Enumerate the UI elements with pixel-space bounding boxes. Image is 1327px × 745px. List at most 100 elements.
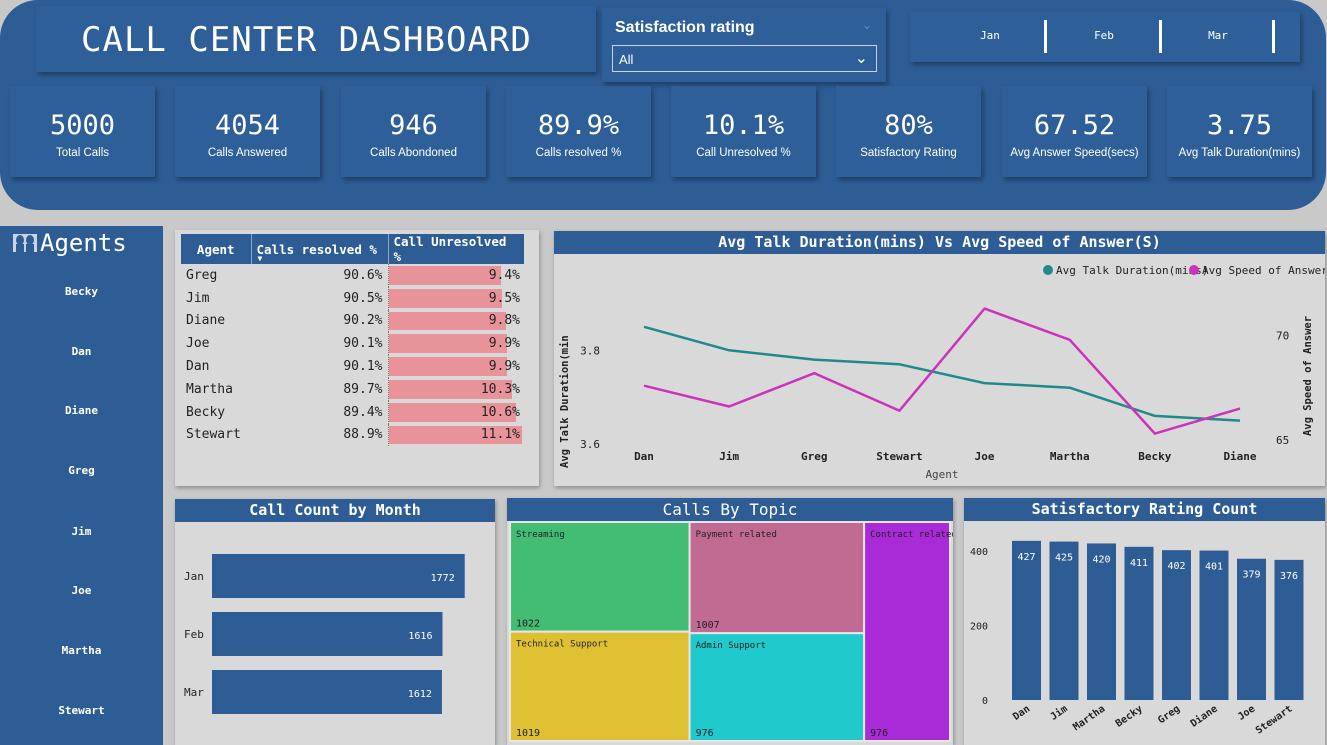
bar-jim[interactable]	[1049, 541, 1079, 700]
kpi-label: Avg Talk Duration(mins)	[1178, 147, 1301, 159]
table-row[interactable]: Jim 90.5% 9.5%	[181, 286, 524, 310]
bar-martha[interactable]	[1087, 543, 1116, 700]
month-button-feb[interactable]: Feb	[1054, 29, 1154, 42]
table-row[interactable]: Joe 90.1% 9.9%	[181, 332, 524, 356]
treemap-value: 976	[696, 728, 714, 739]
table-row[interactable]: Becky 89.4% 10.6%	[181, 400, 524, 424]
month-button-jan[interactable]: Jan	[940, 29, 1040, 42]
bar-value-label: 420	[1092, 554, 1110, 565]
kpi-satisfactory-rating: 80% Satisfactory Rating	[836, 86, 981, 177]
bar-value-label: 1772	[431, 573, 455, 584]
satisfaction-slicer[interactable]: Satisfaction rating ⌄ All ⌄	[602, 8, 886, 82]
agent-item-diane[interactable]: Diane	[0, 404, 163, 417]
legend-marker	[1043, 265, 1053, 275]
resolved-cell: 90.5%	[343, 290, 383, 306]
people-icon	[13, 234, 37, 252]
treemap-value: 1019	[516, 728, 540, 739]
agent-item-becky[interactable]: Becky	[0, 285, 163, 298]
chart-title: Calls By Topic	[507, 498, 953, 521]
bar-jan[interactable]	[212, 554, 465, 598]
rating-bar-canvas: 0 200 400 427 Dan 425 Jim 420 Martha 411 Becky 402 G…	[970, 540, 1304, 737]
x-axis-label: Agent	[925, 468, 958, 481]
bar-value-label: 379	[1242, 570, 1260, 581]
calls-by-topic-chart: Calls By Topic Streaming 1022 Technical Su…	[507, 498, 953, 745]
agent-item-joe[interactable]: Joe	[0, 584, 163, 597]
legend-marker	[1189, 265, 1199, 275]
y-tick-label: 200	[970, 621, 988, 632]
agents-slicer: Agents Becky Dan Diane Greg Jim Joe Mart…	[0, 226, 163, 745]
agent-item-jim[interactable]: Jim	[0, 525, 163, 538]
bar-value-label: 425	[1055, 553, 1073, 564]
bar-dan[interactable]	[1012, 540, 1041, 700]
kpi-calls-resolved: 89.9% Calls resolved %	[506, 86, 651, 177]
kpi-calls-abandoned: 946 Calls Abondoned	[341, 86, 486, 177]
column-header-call-unresolved[interactable]: Call Unresolved %	[387, 234, 524, 264]
bar-value-label: 427	[1017, 552, 1035, 563]
column-header-label: Calls resolved %	[256, 241, 377, 257]
unresolved-cell: 9.9%	[387, 355, 524, 378]
chevron-down-icon[interactable]: ⌄	[855, 48, 868, 68]
slicer-value: All	[619, 52, 634, 67]
bar-greg[interactable]	[1162, 550, 1191, 700]
resolved-cell: 90.1%	[343, 359, 383, 375]
x-tick-label-becky: Becky	[1114, 703, 1145, 729]
bar-diane[interactable]	[1199, 550, 1229, 700]
table-row[interactable]: Greg 90.6% 9.4%	[181, 264, 524, 287]
sort-descending-icon: ▼	[257, 254, 263, 263]
month-button-mar[interactable]: Mar	[1168, 29, 1268, 42]
resolved-cell: 90.1%	[343, 336, 383, 352]
slicer-label: Satisfaction rating	[615, 19, 755, 36]
table-row[interactable]: Diane 90.2% 9.8%	[181, 309, 524, 333]
kpi-label: Calls resolved %	[535, 147, 622, 159]
x-tick-label-diane: Diane	[1223, 450, 1256, 463]
treemap-value: 1007	[696, 620, 720, 631]
x-tick-label-martha: Martha	[1071, 703, 1107, 733]
treemap-label: Payment related	[696, 530, 777, 540]
table-row[interactable]: Dan 90.1% 9.9%	[181, 355, 524, 378]
agent-cell: Martha	[186, 381, 233, 397]
treemap-label: Streaming	[516, 530, 565, 540]
x-tick-label-stewart: Stewart	[1254, 703, 1295, 736]
month-bar-canvas: Jan 1772 Feb 1616 Mar 1612	[184, 554, 465, 714]
agent-item-martha[interactable]: Martha	[0, 644, 163, 657]
kpi-calls-unresolved: 10.1% Call Unresolved %	[671, 86, 816, 177]
agents-title: Agents	[40, 229, 127, 257]
agent-cell: Diane	[186, 313, 226, 329]
treemap-label: Admin Support	[696, 641, 766, 651]
x-tick-label-dan: Dan	[634, 450, 654, 463]
resolved-cell: 89.4%	[343, 404, 383, 420]
y-tick-label: 0	[982, 696, 988, 707]
kpi-value: 946	[389, 110, 438, 141]
unresolved-data-bar	[388, 288, 503, 308]
treemap-tile-contract-related[interactable]	[863, 521, 951, 742]
kpi-value: 80%	[884, 110, 933, 141]
agent-item-dan[interactable]: Dan	[0, 345, 163, 358]
kpi-avg-answer-speed: 67.52 Avg Answer Speed(secs)	[1002, 86, 1147, 177]
unresolved-data-bar	[388, 266, 502, 285]
y-right-tick-label: 65	[1276, 434, 1289, 447]
table-row[interactable]: Stewart 88.9% 11.1%	[181, 423, 524, 447]
agent-resolution-table-panel: Agent Calls resolved % ▼ Call Unresolved…	[175, 230, 539, 486]
y-left-axis-label: Avg Talk Duration(min	[559, 335, 571, 468]
unresolved-cell: 10.6%	[387, 400, 524, 424]
column-header-calls-resolved[interactable]: Calls resolved % ▼	[250, 234, 388, 264]
column-header-agent[interactable]: Agent	[181, 234, 251, 264]
series-line-avg-talk-duration-mins[interactable]	[643, 325, 1241, 422]
category-label-mar: Mar	[184, 686, 204, 699]
unresolved-cell: 9.4%	[387, 264, 524, 287]
x-tick-label-becky: Becky	[1138, 450, 1171, 463]
topic-treemap-canvas: Streaming 1022 Technical Support 1019 Paymen…	[509, 521, 953, 742]
category-label-jan: Jan	[184, 570, 204, 583]
month-divider	[1044, 20, 1047, 53]
month-divider	[1159, 20, 1162, 53]
slicer-dropdown[interactable]: All ⌄	[612, 45, 877, 72]
agent-item-greg[interactable]: Greg	[0, 464, 163, 477]
y-right-tick-label: 70	[1276, 330, 1289, 343]
slicer-collapse-icon[interactable]: ⌄	[862, 18, 872, 32]
satisfactory-rating-count-chart: Satisfactory Rating Count 0 200 400 427 Dan 4…	[964, 498, 1325, 745]
unresolved-value: 11.1%	[480, 427, 520, 443]
bar-becky[interactable]	[1124, 546, 1154, 700]
agent-item-stewart[interactable]: Stewart	[0, 704, 163, 717]
table-row[interactable]: Martha 89.7% 10.3%	[181, 377, 524, 401]
agent-resolution-table: Agent Calls resolved % ▼ Call Unresolved…	[181, 234, 524, 447]
